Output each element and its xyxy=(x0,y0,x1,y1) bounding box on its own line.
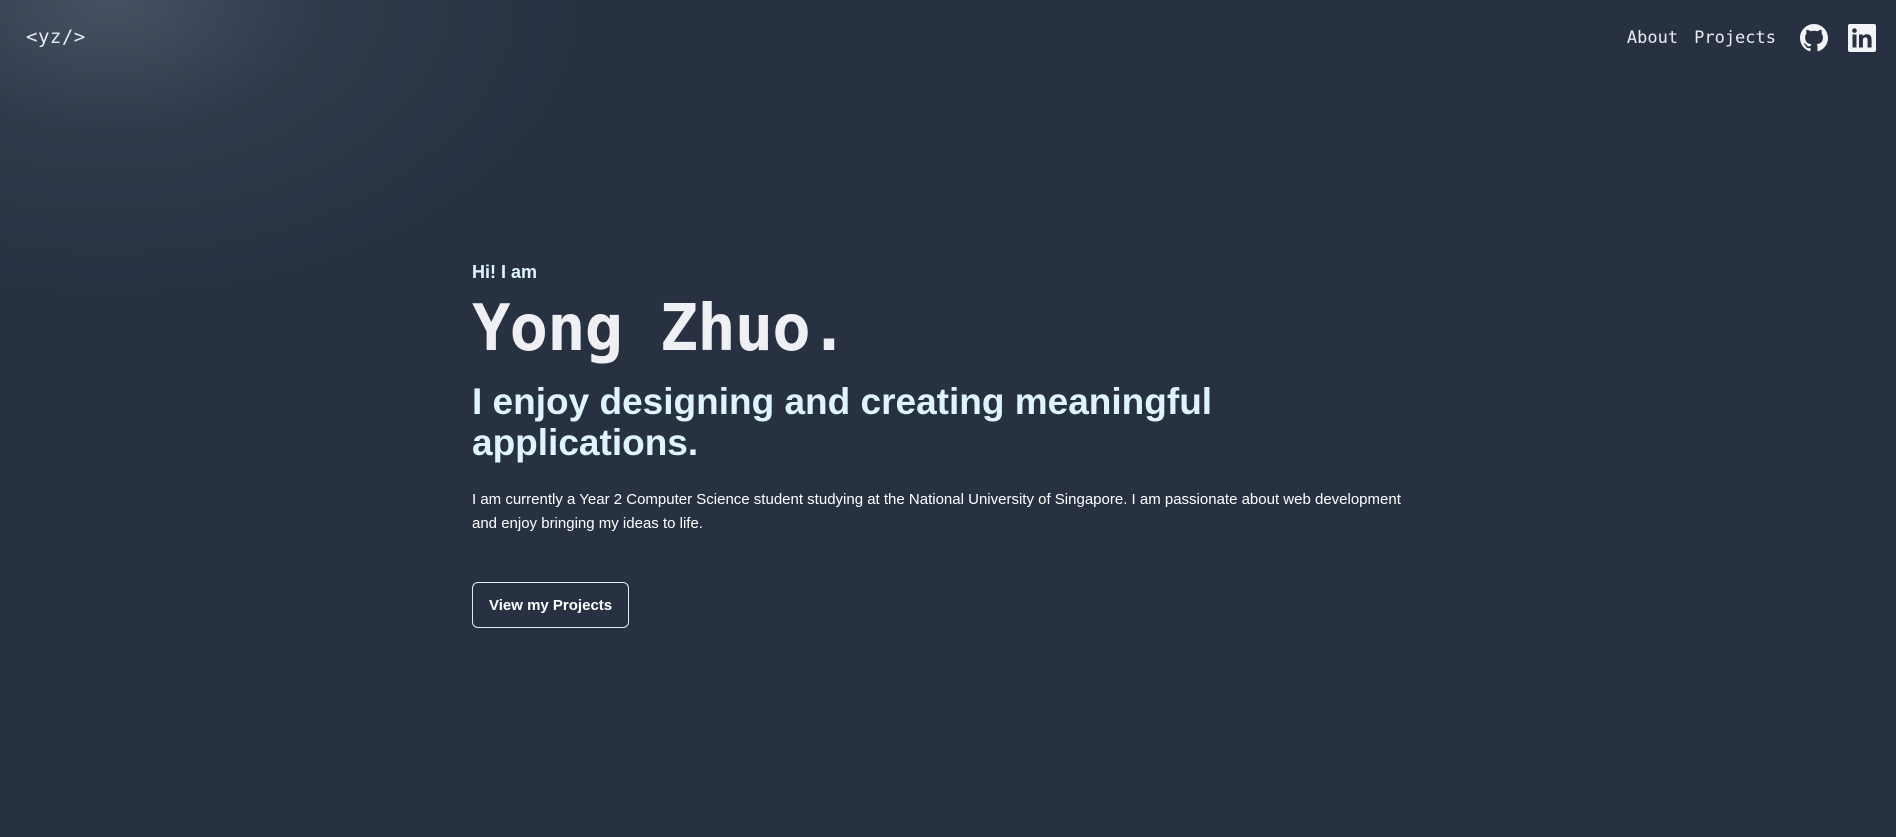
hero-description: I am currently a Year 2 Computer Science… xyxy=(472,491,1401,532)
top-nav: About Projects xyxy=(1627,20,1876,56)
linkedin-icon xyxy=(1848,24,1876,52)
hero-greeting: Hi! I am xyxy=(472,262,538,282)
nav-link-projects[interactable]: Projects xyxy=(1694,28,1776,48)
nav-link-about[interactable]: About xyxy=(1627,28,1678,48)
github-icon xyxy=(1800,24,1828,52)
hero-section: Hi! I am Yong Zhuo. I enjoy designing an… xyxy=(472,262,1412,628)
linkedin-link[interactable] xyxy=(1848,24,1876,52)
hero-tagline: I enjoy designing and creating meaningfu… xyxy=(472,381,1213,463)
hero-name: Yong Zhuo. xyxy=(472,292,848,366)
view-projects-button[interactable]: View my Projects xyxy=(472,582,630,628)
site-logo[interactable]: <yz/> xyxy=(26,26,86,48)
github-link[interactable] xyxy=(1800,24,1828,52)
